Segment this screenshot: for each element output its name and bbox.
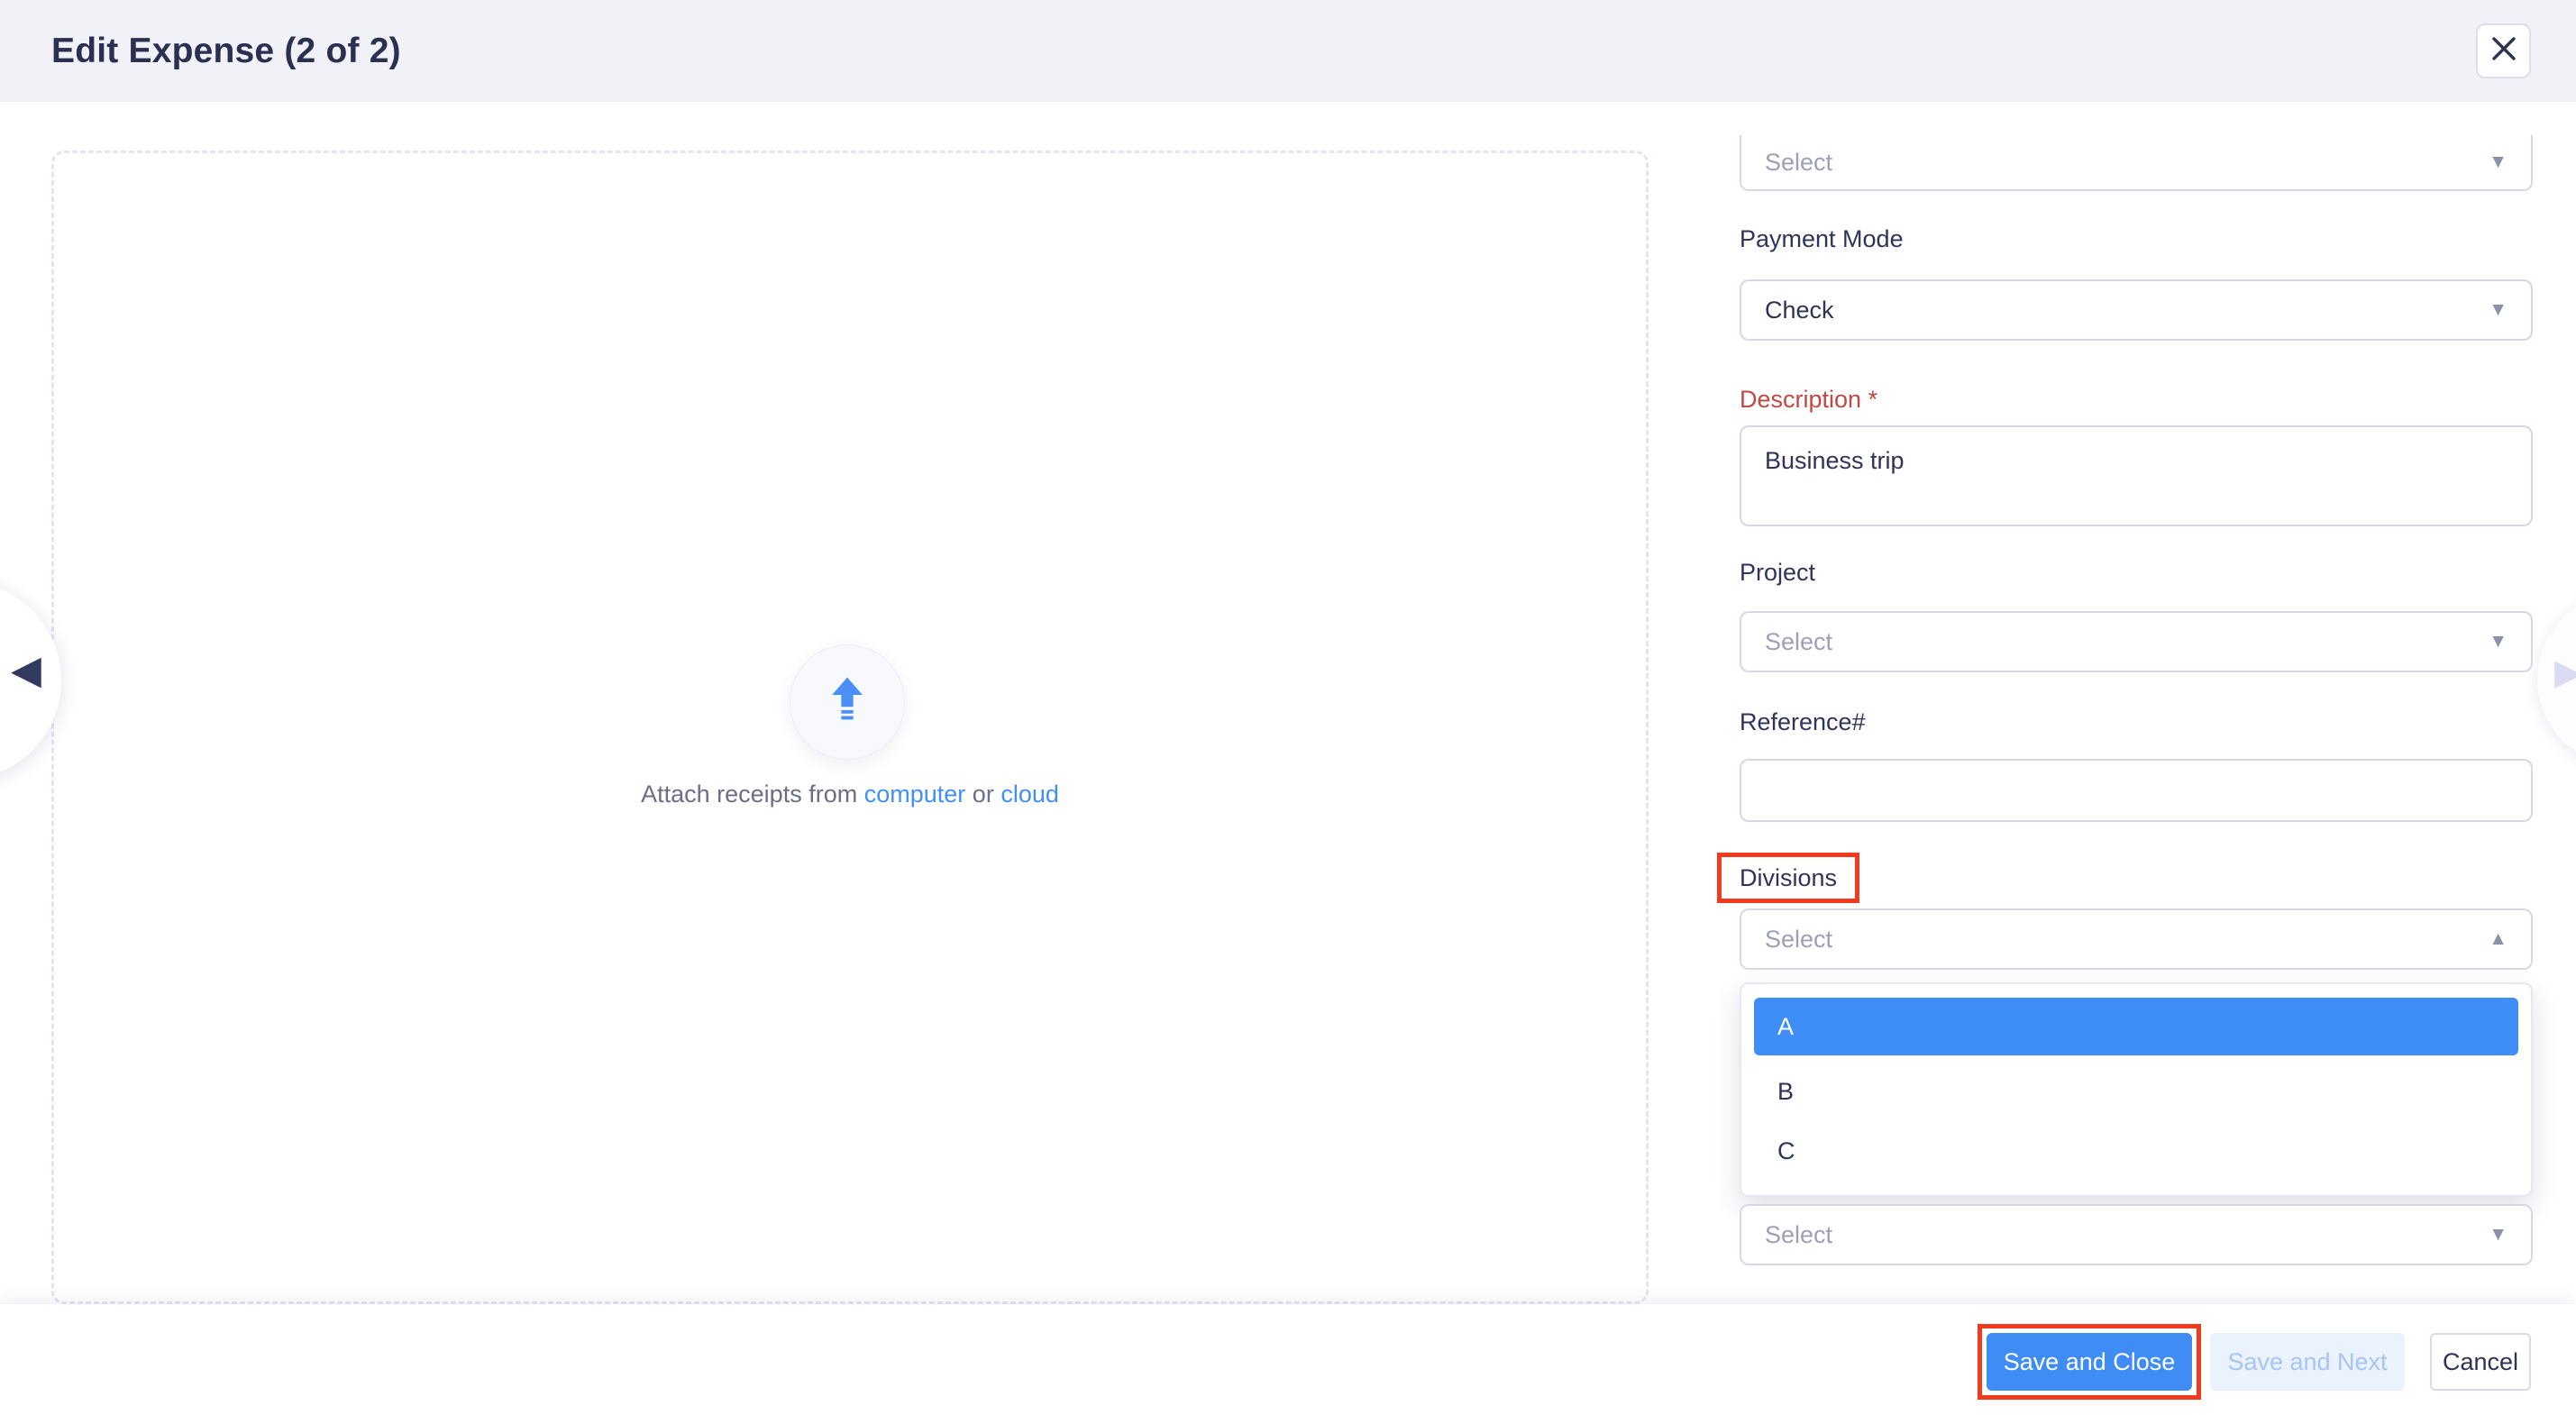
- attach-instructions: Attach receipts from computer or cloud: [51, 781, 1649, 808]
- project-select[interactable]: Select ▼: [1740, 611, 2533, 672]
- project-label: Project: [1740, 559, 1815, 587]
- chevron-up-icon: ▲: [2489, 928, 2507, 950]
- close-icon: [2490, 35, 2517, 67]
- chevron-down-icon: ▼: [2489, 1224, 2507, 1246]
- top-select-placeholder: Select: [1765, 149, 2489, 177]
- chevron-down-icon: ▼: [2489, 631, 2507, 653]
- previous-arrow-icon[interactable]: ◀: [11, 651, 41, 690]
- chevron-down-icon: ▼: [2489, 151, 2507, 173]
- description-label: Description *: [1740, 386, 1877, 414]
- required-asterisk: *: [1868, 386, 1878, 413]
- reference-input[interactable]: [1740, 759, 2533, 822]
- modal-title: Edit Expense (2 of 2): [51, 32, 401, 71]
- project-placeholder: Select: [1765, 628, 2489, 656]
- attach-conjunction: or: [973, 781, 994, 808]
- chevron-down-icon: ▼: [2489, 299, 2507, 321]
- save-close-annotation-box: Save and Close: [1978, 1324, 2201, 1400]
- divisions-dropdown-panel: A B C: [1740, 982, 2533, 1197]
- close-button[interactable]: [2476, 23, 2531, 78]
- dropdown-option-a[interactable]: A: [1754, 998, 2518, 1055]
- attach-from-computer-link[interactable]: computer: [864, 781, 966, 808]
- attach-text: Attach receipts from: [641, 781, 857, 808]
- modal-header: Edit Expense (2 of 2): [0, 0, 2576, 102]
- reference-label: Reference#: [1740, 708, 1866, 736]
- divisions-placeholder: Select: [1765, 926, 2489, 954]
- payment-mode-value: Check: [1765, 297, 2489, 324]
- payment-mode-label: Payment Mode: [1740, 225, 1904, 253]
- save-and-close-button[interactable]: Save and Close: [1987, 1333, 2192, 1391]
- cancel-button[interactable]: Cancel: [2430, 1333, 2531, 1391]
- divisions-label: Divisions: [1740, 864, 1837, 892]
- divisions-annotation-box: Divisions: [1717, 853, 1859, 903]
- dropdown-option-b[interactable]: B: [1754, 1063, 2518, 1120]
- bottom-select-placeholder: Select: [1765, 1221, 2489, 1249]
- next-arrow-icon-disabled: ▶: [2554, 654, 2576, 690]
- bottom-select-field[interactable]: Select ▼: [1740, 1204, 2533, 1265]
- save-and-next-button[interactable]: Save and Next: [2210, 1333, 2405, 1391]
- attach-from-cloud-link[interactable]: cloud: [1000, 781, 1059, 808]
- payment-mode-select[interactable]: Check ▼: [1740, 279, 2533, 341]
- upload-receipt-button[interactable]: [790, 644, 905, 760]
- upload-arrow-icon: [821, 674, 873, 731]
- top-select-field[interactable]: Select ▼: [1740, 135, 2533, 191]
- divisions-select[interactable]: Select ▲: [1740, 908, 2533, 970]
- description-input[interactable]: Business trip: [1740, 425, 2533, 526]
- dropdown-option-c[interactable]: C: [1754, 1122, 2518, 1180]
